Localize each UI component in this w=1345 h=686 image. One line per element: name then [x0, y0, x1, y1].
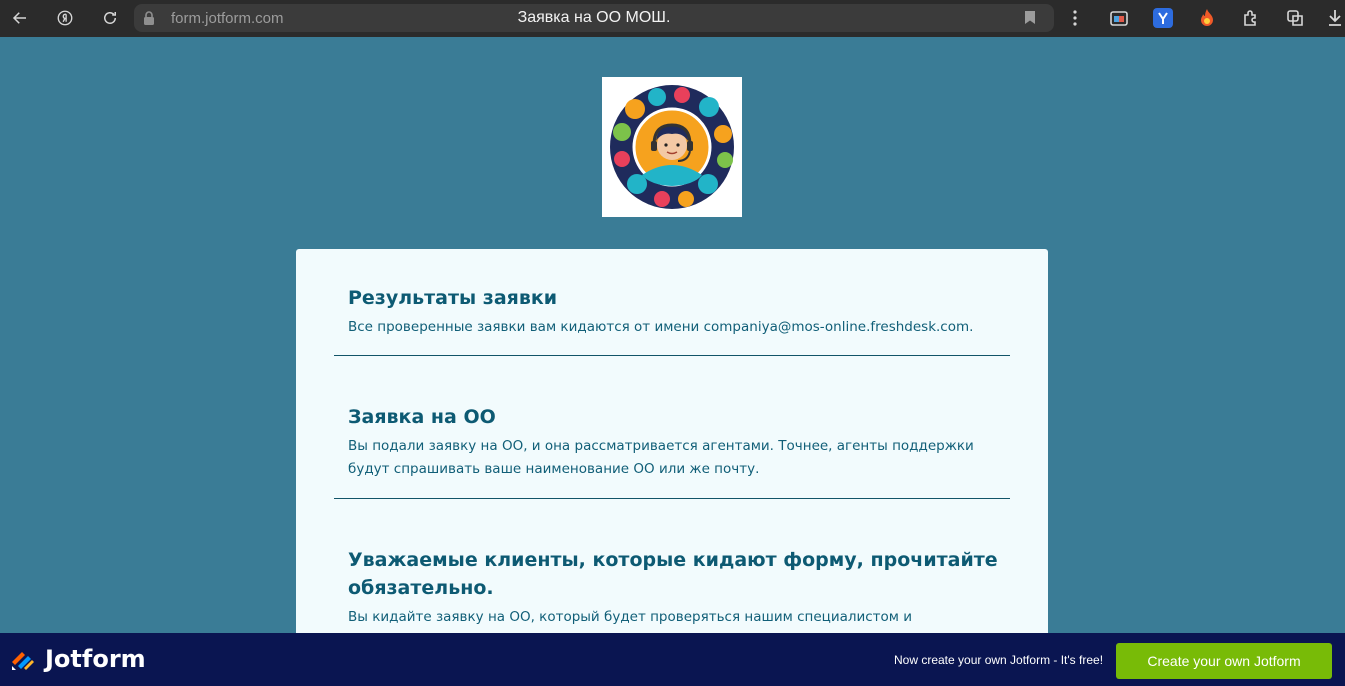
section-application: Заявка на ОО Вы подали заявку на ОО, и о… [348, 403, 1008, 481]
download-icon[interactable] [1324, 7, 1345, 29]
back-arrow-icon[interactable] [8, 6, 32, 30]
reload-icon[interactable] [98, 6, 122, 30]
form-logo [602, 77, 742, 217]
jotform-brand[interactable]: Jotform [45, 645, 146, 673]
section-text: Вы подали заявку на ОО, и она рассматрив… [348, 438, 974, 477]
section-text: Вы кидайте заявку на ОО, который будет п… [348, 609, 913, 625]
jotform-logo-icon[interactable] [10, 646, 36, 672]
section-heading: Результаты заявки [348, 287, 558, 309]
section-results: Результаты заявки Все проверенные заявки… [348, 284, 1008, 339]
form-card: Результаты заявки Все проверенные заявки… [296, 249, 1048, 669]
section-heading: Заявка на ОО [348, 406, 496, 428]
section-notice: Уважаемые клиенты, которые кидают форму,… [348, 546, 1008, 629]
address-bar[interactable]: form.jotform.com Заявка на ОО МОШ. [134, 4, 1054, 32]
collections-icon[interactable] [1108, 7, 1130, 29]
page-title: Заявка на ОО МОШ. [517, 9, 671, 26]
divider [334, 498, 1010, 499]
browser-toolbar: form.jotform.com Заявка на ОО МОШ. [0, 0, 1345, 37]
section-heading: Уважаемые клиенты, которые кидают форму,… [348, 549, 998, 599]
menu-dots-icon[interactable] [1064, 7, 1086, 29]
section-text: Все проверенные заявки вам кидаются от и… [348, 319, 974, 335]
puzzle-extensions-icon[interactable] [1240, 7, 1262, 29]
create-jotform-button[interactable]: Create your own Jotform [1116, 643, 1332, 679]
yandex-home-icon[interactable] [53, 6, 77, 30]
bookmark-icon[interactable] [1024, 10, 1036, 30]
jotform-banner: Jotform Now create your own Jotform - It… [0, 633, 1345, 686]
divider [334, 355, 1010, 356]
screenshot-tool-icon[interactable] [1284, 7, 1306, 29]
jotform-tagline: Now create your own Jotform - It's free! [894, 653, 1104, 667]
yandex-extension-icon[interactable] [1152, 7, 1174, 29]
fire-extension-icon[interactable] [1196, 7, 1218, 29]
